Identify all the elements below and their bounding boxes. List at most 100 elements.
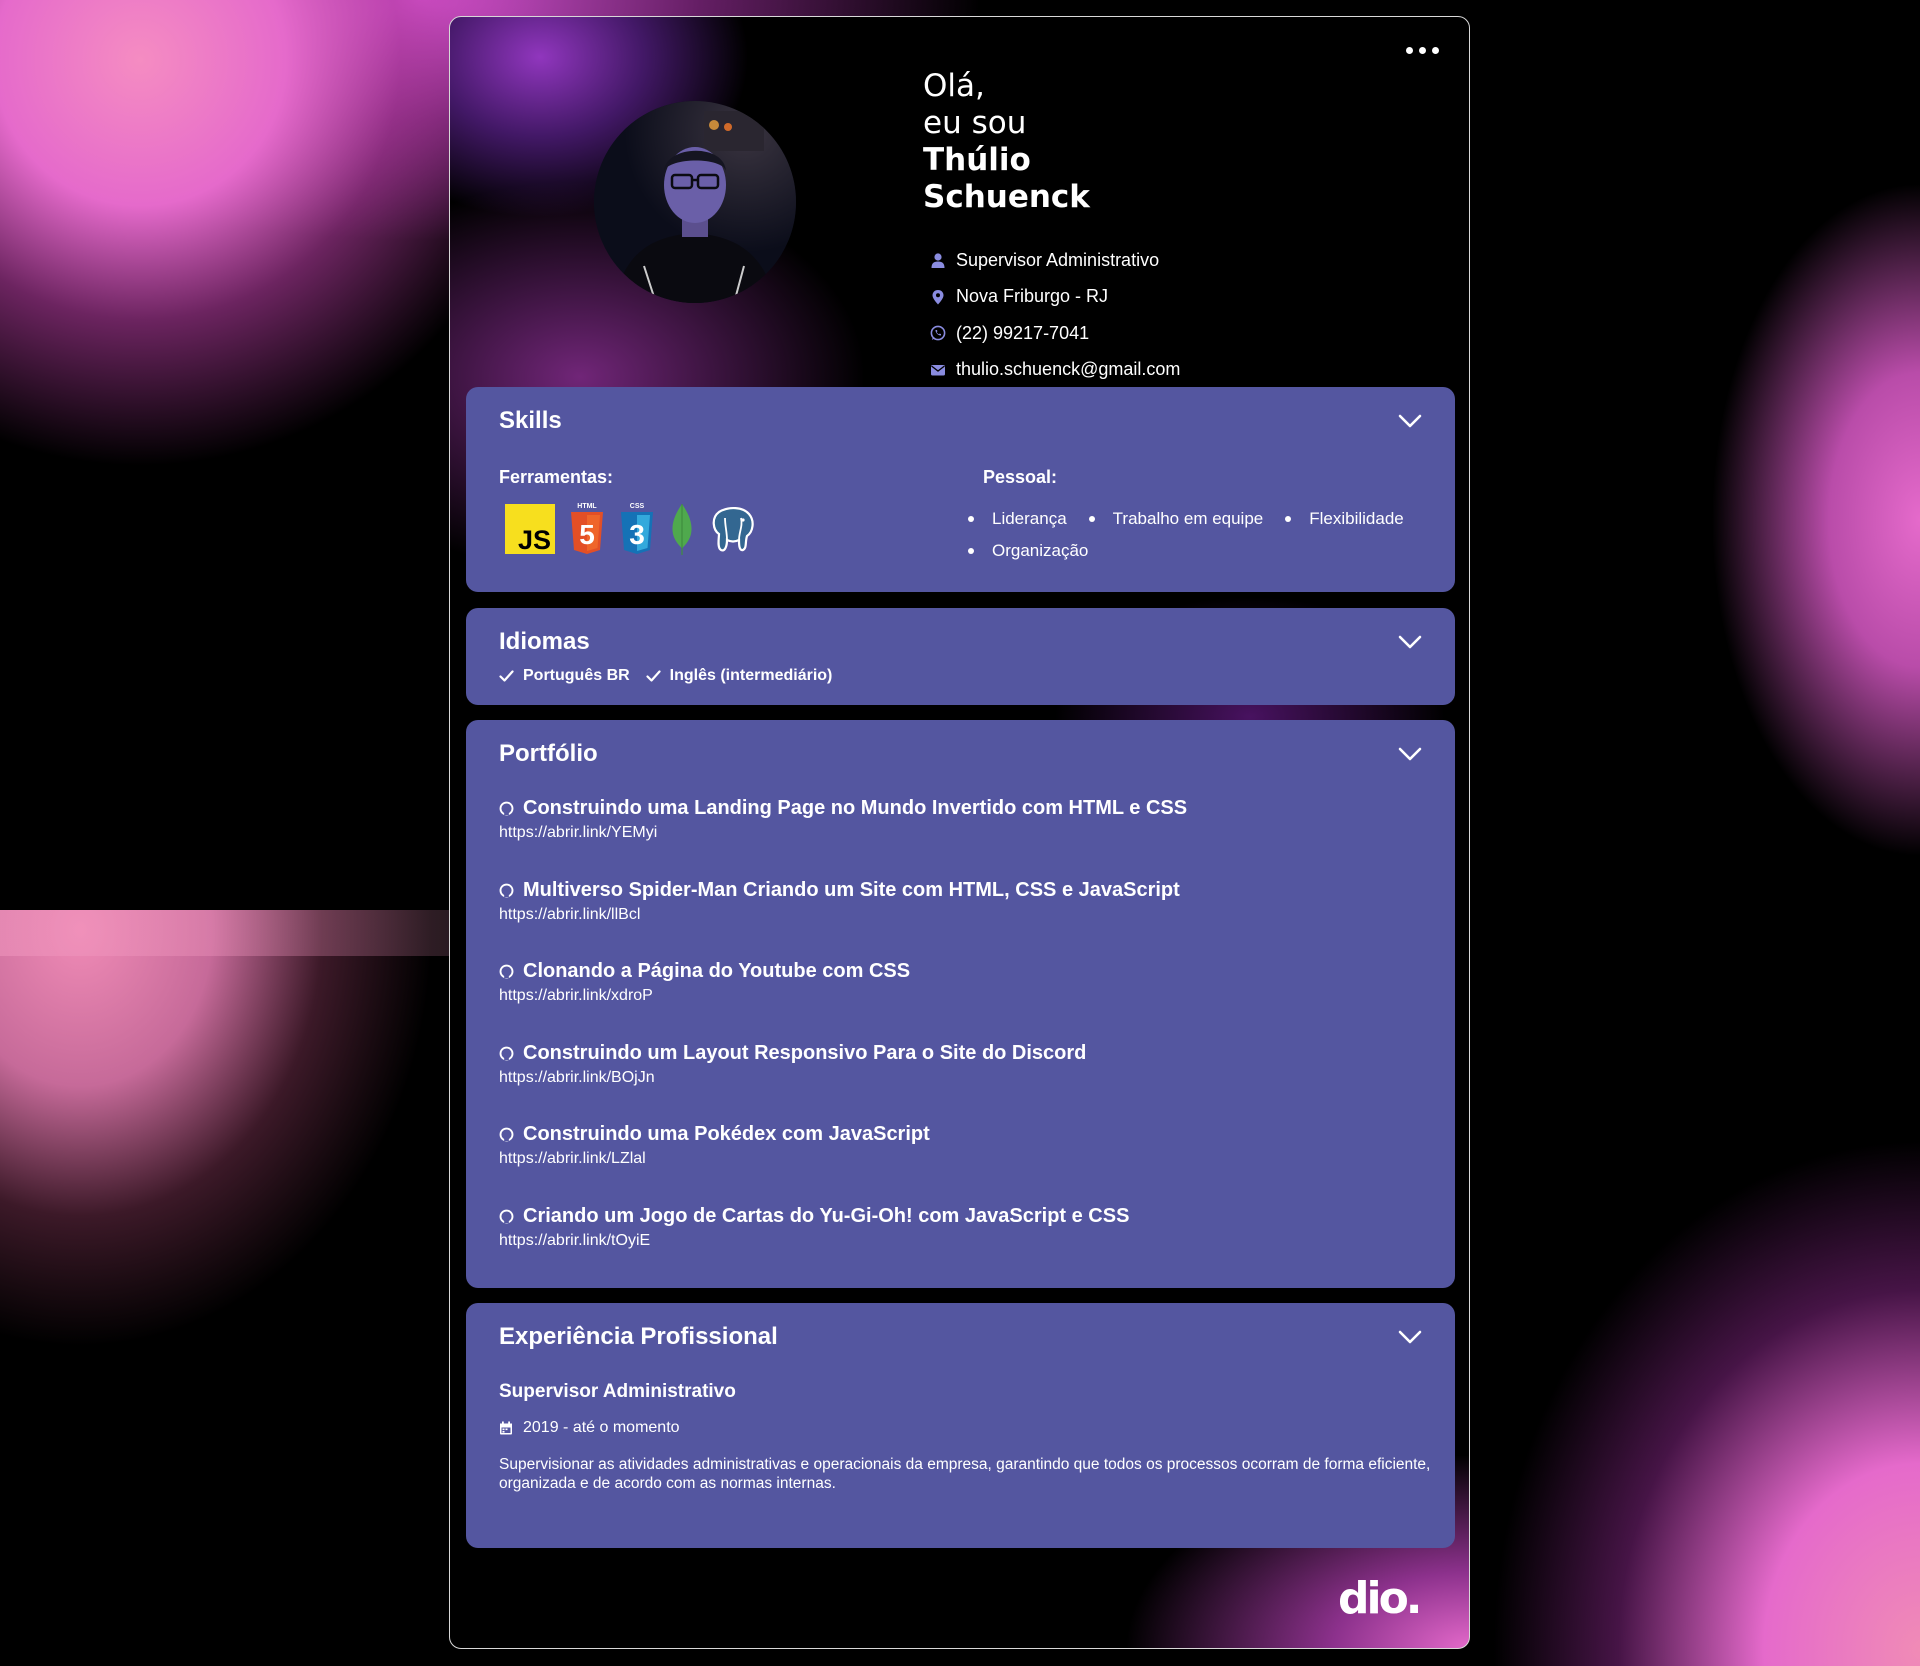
chevron-down-icon[interactable] (1398, 746, 1422, 762)
tools-label: Ferramentas: (499, 467, 614, 487)
avatar-photo (594, 101, 796, 303)
avatar (594, 101, 796, 303)
job-description: Supervisionar as atividades administrati… (499, 1456, 1431, 1492)
github-icon (499, 801, 514, 816)
tool-html5: HTML 5 (569, 502, 605, 561)
greeting-iam: eu sou (923, 105, 1027, 141)
css3-icon: CSS 3 (621, 503, 653, 554)
more-options-icon[interactable] (1406, 47, 1439, 54)
personal-skill: Trabalho em equipe (1089, 509, 1264, 529)
personal-skills-list: Liderança Trabalho em equipe Flexibilida… (968, 509, 1448, 561)
project-title[interactable]: Construindo um Layout Responsivo Para o … (499, 1041, 1187, 1066)
language-label: Português BR (523, 667, 630, 684)
info-email[interactable]: thulio.schuenck@gmail.com (930, 352, 1180, 389)
github-icon (499, 964, 514, 979)
tool-mongodb (669, 502, 695, 561)
project-link[interactable]: https://abrir.link/LZlal (499, 1150, 1187, 1168)
js-badge-text: JS (518, 525, 551, 554)
tools-list: JS HTML 5 CSS 3 (505, 502, 757, 561)
chevron-down-icon[interactable] (1398, 1329, 1422, 1345)
calendar-icon (500, 1421, 512, 1435)
tool-javascript: JS (505, 504, 555, 559)
map-pin-icon (932, 289, 944, 305)
project-title[interactable]: Construindo uma Landing Page no Mundo In… (499, 796, 1187, 821)
project-link[interactable]: https://abrir.link/BOjJn (499, 1069, 1187, 1087)
personal-skill: Liderança (968, 509, 1067, 529)
css-badge-number: 3 (629, 519, 645, 550)
check-icon (646, 670, 661, 682)
job-text: Supervisor Administrativo (956, 249, 1160, 270)
mongodb-icon (672, 504, 692, 555)
javascript-icon: JS (505, 504, 555, 555)
check-icon (499, 670, 514, 682)
project-title[interactable]: Multiverso Spider-Man Criando um Site co… (499, 878, 1187, 903)
project-title[interactable]: Construindo uma Pokédex com JavaScript (499, 1122, 1187, 1147)
github-icon (499, 883, 514, 897)
user-icon (931, 253, 945, 269)
github-icon (499, 1209, 514, 1223)
experience-title: Experiência Profissional (499, 1323, 778, 1350)
language-label: Inglês (intermediário) (669, 667, 833, 684)
dio-logo: dio. (1338, 1577, 1423, 1621)
email-text: thulio.schuenck@gmail.com (956, 359, 1181, 380)
job-period-text: 2019 - até o momento (523, 1419, 680, 1436)
portfolio-title: Portfólio (499, 740, 598, 767)
location-text: Nova Friburgo - RJ (956, 286, 1109, 307)
project-item: Clonando a Página do Youtube com CSS htt… (499, 959, 1187, 1041)
project-link[interactable]: https://abrir.link/tOyiE (499, 1232, 1187, 1250)
experience-section: Experiência Profissional Supervisor Admi… (466, 1303, 1455, 1548)
languages-title: Idiomas (499, 628, 590, 655)
project-name: Construindo uma Pokédex com JavaScript (523, 1123, 930, 1145)
info-job: Supervisor Administrativo (930, 242, 1180, 279)
project-item: Construindo uma Landing Page no Mundo In… (499, 796, 1187, 878)
phone-text: (22) 99217-7041 (956, 322, 1090, 343)
last-name: Schuenck (923, 179, 1090, 215)
greeting-hello: Olá, (923, 68, 985, 104)
whatsapp-icon (930, 325, 946, 341)
projects-list: Construindo uma Landing Page no Mundo In… (499, 796, 1187, 1285)
job-period: 2019 - até o momento (499, 1419, 680, 1437)
portfolio-section: Portfólio Construindo uma Landing Page n… (466, 720, 1455, 1288)
project-name: Clonando a Página do Youtube com CSS (523, 960, 911, 982)
project-item: Construindo uma Pokédex com JavaScript h… (499, 1122, 1187, 1204)
language-item: Português BR (499, 667, 630, 685)
github-icon (499, 1127, 514, 1142)
html5-icon: HTML 5 (571, 503, 603, 554)
dio-logo-text: dio. (1338, 1577, 1420, 1621)
contact-info-list: Supervisor Administrativo Nova Friburgo … (930, 242, 1180, 388)
skills-section: Skills Ferramentas: JS HTML 5 CSS 3 Pess… (466, 387, 1455, 592)
html-badge-number: 5 (579, 519, 595, 550)
github-icon (499, 1046, 514, 1060)
css-badge-text: CSS (630, 503, 645, 510)
greeting-heading: Olá, eu sou Thúlio Schuenck (923, 68, 1090, 216)
tool-postgresql (709, 504, 757, 559)
project-name: Multiverso Spider-Man Criando um Site co… (523, 878, 1180, 901)
personal-label: Pessoal: (983, 467, 1058, 487)
language-item: Inglês (intermediário) (646, 667, 833, 685)
chevron-down-icon[interactable] (1398, 413, 1422, 429)
personal-skill: Organização (968, 541, 1088, 561)
languages-section: Idiomas Português BR Inglês (intermediár… (466, 608, 1455, 705)
project-item: Multiverso Spider-Man Criando um Site co… (499, 878, 1187, 960)
project-link[interactable]: https://abrir.link/xdroP (499, 987, 1187, 1005)
profile-card: Olá, eu sou Thúlio Schuenck Supervisor A… (449, 16, 1470, 1649)
mail-icon (931, 364, 945, 376)
project-name: Criando um Jogo de Cartas do Yu-Gi-Oh! c… (523, 1204, 1130, 1227)
postgresql-icon (712, 507, 754, 552)
project-link[interactable]: https://abrir.link/llBcl (499, 906, 1187, 924)
first-name: Thúlio (923, 142, 1031, 178)
info-phone[interactable]: (22) 99217-7041 (930, 315, 1180, 352)
project-link[interactable]: https://abrir.link/YEMyi (499, 824, 1187, 842)
tool-css3: CSS 3 (619, 502, 655, 561)
html-badge-text: HTML (577, 503, 597, 510)
project-name: Construindo um Layout Responsivo Para o … (523, 1041, 1087, 1064)
project-item: Construindo um Layout Responsivo Para o … (499, 1041, 1187, 1123)
chevron-down-icon[interactable] (1398, 634, 1422, 650)
info-location: Nova Friburgo - RJ (930, 279, 1180, 316)
project-item: Criando um Jogo de Cartas do Yu-Gi-Oh! c… (499, 1204, 1187, 1286)
skills-title: Skills (499, 407, 562, 434)
personal-skill: Flexibilidade (1285, 509, 1404, 529)
project-title[interactable]: Clonando a Página do Youtube com CSS (499, 959, 1187, 984)
project-title[interactable]: Criando um Jogo de Cartas do Yu-Gi-Oh! c… (499, 1204, 1187, 1229)
job-role: Supervisor Administrativo (499, 1381, 736, 1402)
